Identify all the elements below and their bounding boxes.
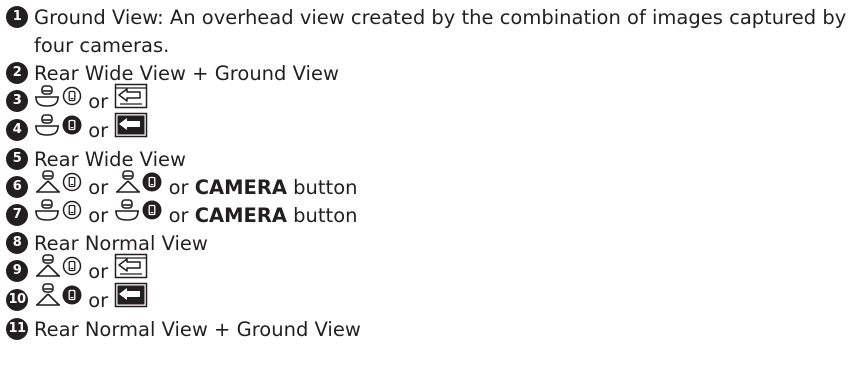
phone-outline-icon: [62, 256, 82, 283]
or-text: or: [88, 289, 109, 312]
instruction-list: 1 Ground View: An overhead view created …: [6, 0, 851, 343]
item-text: Ground View: An overhead view created by…: [34, 6, 847, 57]
overhead-camera-icon: [34, 113, 62, 144]
item-text: Rear Normal View: [34, 232, 208, 255]
list-item: 10 or: [6, 282, 851, 315]
camera-person-icon: [34, 254, 62, 285]
phone-filled-icon: [62, 115, 82, 142]
list-item: 7 or or CAMERA button: [6, 198, 851, 229]
item-text: Rear Normal View + Ground View: [34, 318, 361, 341]
list-item: 6 or or CAMERA button: [6, 170, 851, 201]
overhead-camera-icon: [114, 198, 142, 229]
item-text: Rear Wide View: [34, 148, 186, 171]
or-text: or: [88, 176, 109, 199]
overhead-camera-icon: [34, 84, 62, 115]
item-number: 4: [6, 119, 28, 141]
phone-outline-icon: [62, 172, 82, 199]
list-item: 5 Rear Wide View: [6, 145, 851, 173]
item-number: 7: [6, 204, 28, 226]
item-number: 8: [6, 232, 28, 254]
overhead-camera-icon: [34, 198, 62, 229]
item-number: 11: [6, 318, 28, 340]
phone-filled-icon: [142, 172, 162, 199]
phone-outline-icon: [62, 200, 82, 227]
or-text: or: [88, 204, 109, 227]
camera-button-label: CAMERA: [194, 176, 287, 199]
item-number: 1: [6, 6, 28, 28]
list-item: 1 Ground View: An overhead view created …: [6, 0, 851, 59]
item-number: 6: [6, 176, 28, 198]
camera-switch-filled-icon: [114, 282, 148, 315]
camera-person-icon: [34, 170, 62, 201]
phone-filled-icon: [62, 285, 82, 312]
phone-outline-icon: [62, 86, 82, 113]
item-number: 5: [6, 148, 28, 170]
camera-person-icon: [114, 170, 142, 201]
button-word: button: [293, 176, 358, 199]
or-text: or: [88, 260, 109, 283]
camera-switch-filled-icon: [114, 112, 148, 145]
phone-filled-icon: [142, 200, 162, 227]
item-number: 9: [6, 260, 28, 282]
button-word: button: [293, 204, 358, 227]
item-number: 10: [6, 289, 28, 311]
or-text: or: [88, 119, 109, 142]
or-text: or: [168, 176, 189, 199]
or-text: or: [88, 90, 109, 113]
or-text: or: [168, 204, 189, 227]
item-number: 2: [6, 62, 28, 84]
item-number: 3: [6, 90, 28, 112]
list-item: 11 Rear Normal View + Ground View: [6, 315, 851, 343]
camera-person-icon: [34, 283, 62, 314]
camera-button-label: CAMERA: [194, 204, 287, 227]
list-item: 4 or: [6, 112, 851, 145]
item-text: Rear Wide View + Ground View: [34, 62, 339, 85]
